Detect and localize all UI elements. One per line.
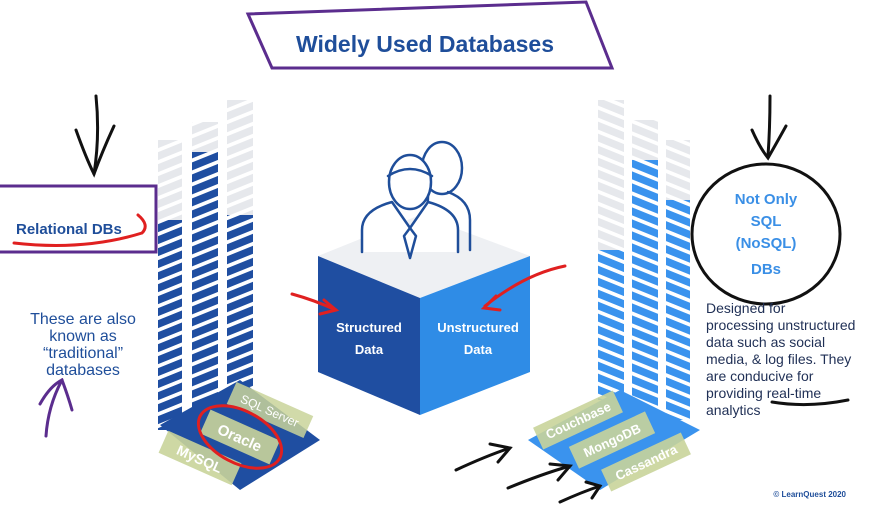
relational-label: Relational DBs xyxy=(16,221,122,238)
note-line: processing unstructured xyxy=(706,317,855,333)
nosql-line: SQL xyxy=(751,213,782,230)
note-line: Designed for xyxy=(706,300,786,316)
note-line: data such as social xyxy=(706,334,825,350)
nosql-line: (NoSQL) xyxy=(736,235,797,252)
title-banner: Widely Used Databases xyxy=(245,0,615,70)
unstructured-label-line1: Unstructured xyxy=(437,320,519,335)
diagram-canvas: Widely Used Databases SQL Server Oracle xyxy=(0,0,855,504)
nosql-note: Designed for processing unstructured dat… xyxy=(706,300,855,418)
down-arrow-right xyxy=(750,94,788,161)
page-title: Widely Used Databases xyxy=(296,31,554,57)
structured-label-line1: Structured xyxy=(336,320,402,335)
note-line: media, & log files. They xyxy=(706,351,851,367)
structured-label-line2: Data xyxy=(355,342,384,357)
note-line: databases xyxy=(46,362,120,379)
users-icon xyxy=(360,140,472,260)
relational-note: These are also known as “traditional” da… xyxy=(30,311,136,379)
down-arrow-left xyxy=(74,94,116,178)
slide: Widely Used Databases SQL Server Oracle xyxy=(0,0,869,505)
copyright: © LearnQuest 2020 xyxy=(773,490,846,499)
relational-box: Relational DBs xyxy=(0,184,158,254)
up-arrow-purple xyxy=(38,377,74,438)
note-line: known as xyxy=(49,328,117,345)
note-line: These are also xyxy=(30,311,136,328)
nosql-line: DBs xyxy=(751,261,781,278)
note-line: providing real-time xyxy=(706,385,821,401)
note-line: analytics xyxy=(706,402,760,418)
note-line: “traditional” xyxy=(43,345,123,362)
nosql-line: Not Only xyxy=(735,191,798,208)
unstructured-label-line2: Data xyxy=(464,342,493,357)
nosql-circle: Not Only SQL (NoSQL) DBs xyxy=(690,162,842,306)
note-line: are conducive for xyxy=(706,368,814,384)
